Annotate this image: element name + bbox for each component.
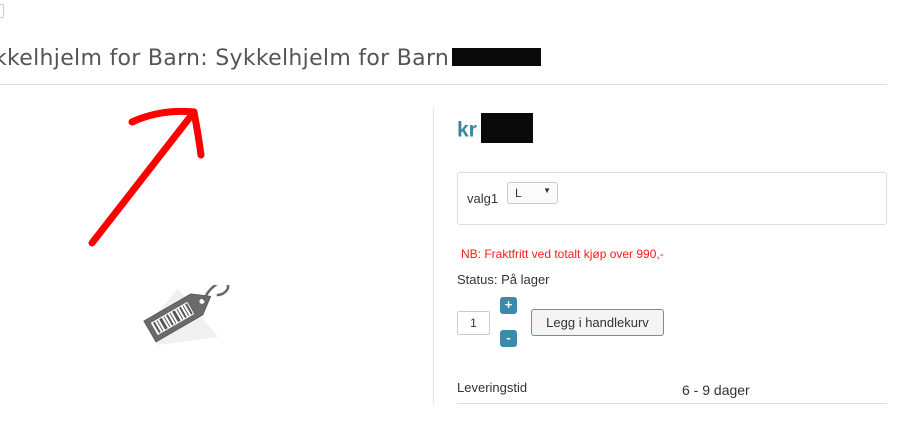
delivery-time-label: Leveringstid	[457, 380, 528, 395]
product-title-text: kkelhjelm for Barn: Sykkelhjelm for Barn	[0, 46, 450, 71]
dropdown-arrow-icon: ▼	[543, 186, 551, 195]
quantity-input[interactable]: 1	[457, 311, 490, 335]
product-image-area	[0, 86, 420, 416]
redacted-block	[452, 48, 542, 66]
red-arrow-annotation-icon	[88, 107, 205, 247]
checkbox[interactable]	[0, 4, 4, 18]
quantity-increase-button[interactable]: +	[500, 297, 517, 314]
column-divider	[433, 108, 434, 404]
price-tag-barcode-icon	[143, 285, 230, 345]
title-divider	[0, 84, 887, 85]
quantity-decrease-button[interactable]: -	[500, 330, 517, 347]
size-select-value: L	[515, 186, 522, 200]
delivery-time-value: 6 - 9 dager	[682, 382, 750, 398]
price-currency: kr	[457, 118, 477, 142]
shipping-notice: NB: Fraktfritt ved totalt kjøp over 990,…	[461, 247, 664, 261]
stock-status: Status: På lager	[457, 272, 550, 287]
product-price: kr	[457, 113, 533, 146]
redacted-price	[480, 113, 533, 143]
add-to-cart-button[interactable]: Legg i handlekurv	[531, 309, 664, 336]
page-title: kkelhjelm for Barn: Sykkelhjelm for Barn	[0, 46, 542, 71]
option-label: valg1	[467, 191, 499, 206]
delivery-divider	[457, 403, 887, 404]
product-options: valg1 L ▼	[457, 172, 887, 225]
size-select[interactable]: L ▼	[507, 182, 558, 204]
